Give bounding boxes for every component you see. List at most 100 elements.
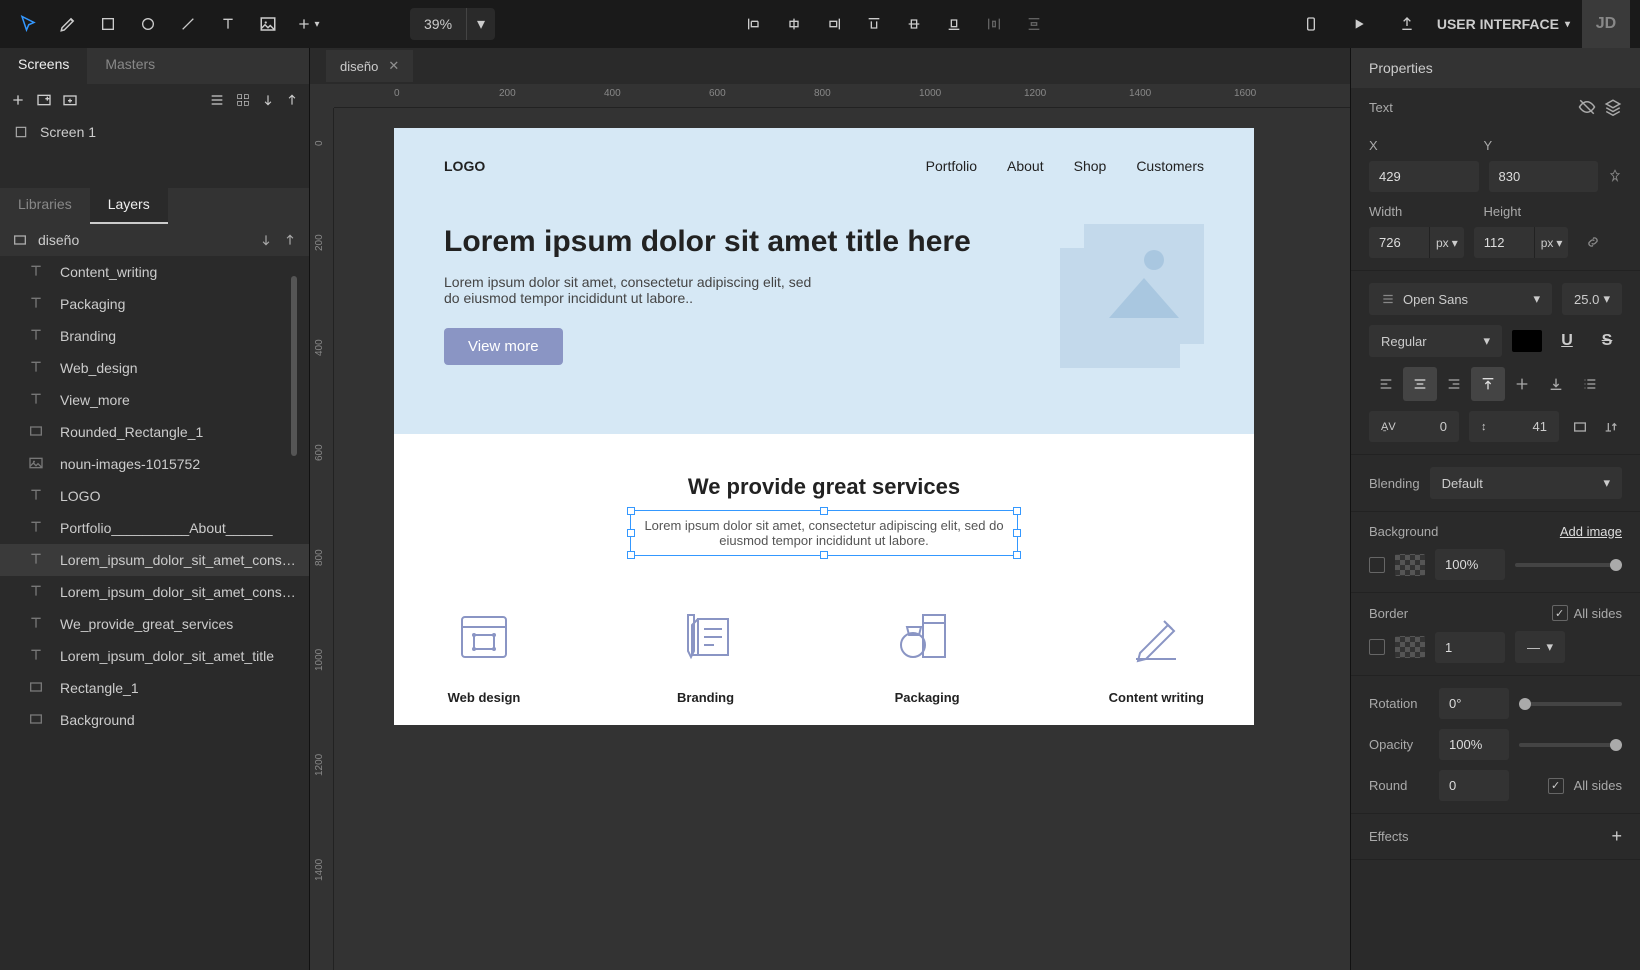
add-screen-icon[interactable] [10, 92, 26, 108]
height-unit[interactable]: px ▾ [1534, 227, 1569, 258]
close-tab-icon[interactable]: ✕ [388, 58, 399, 74]
mode-dropdown[interactable]: USER INTERFACE ▾ [1437, 16, 1570, 32]
rectangle-tool[interactable] [90, 6, 126, 42]
tab-screens[interactable]: Screens [0, 48, 87, 84]
blending-select[interactable]: Default▾ [1430, 467, 1622, 499]
layers-scrollbar[interactable] [291, 276, 297, 456]
tab-layers[interactable]: Layers [90, 188, 168, 224]
screen-item[interactable]: Screen 1 [0, 116, 309, 148]
strikethrough-icon[interactable]: S [1592, 326, 1622, 356]
layer-item[interactable]: Lorem_ipsum_dolor_sit_amet_consectetur [0, 576, 309, 608]
layer-item[interactable]: Content_writing [0, 256, 309, 288]
visibility-icon[interactable] [1578, 98, 1596, 116]
line-tool[interactable] [170, 6, 206, 42]
border-width-input[interactable] [1435, 632, 1505, 663]
zoom-control[interactable]: 39% ▾ [410, 8, 495, 40]
height-input[interactable] [1474, 227, 1534, 258]
valign-top-icon[interactable] [1471, 367, 1505, 401]
pin-icon[interactable] [1608, 161, 1622, 191]
font-weight[interactable]: Regular▾ [1369, 325, 1502, 357]
text-transform-icon[interactable] [1601, 412, 1623, 442]
list-icon[interactable] [1573, 367, 1607, 401]
collapse-down-icon[interactable] [259, 233, 273, 247]
valign-middle-icon[interactable] [1505, 367, 1539, 401]
add-image-icon[interactable] [36, 92, 52, 108]
align-left-text-icon[interactable] [1369, 367, 1403, 401]
device-preview-icon[interactable] [1293, 6, 1329, 42]
add-tool[interactable]: ▾ [290, 6, 326, 42]
rotation-slider[interactable] [1519, 702, 1622, 706]
canvas-tab[interactable]: diseño ✕ [326, 50, 413, 82]
text-tool[interactable] [210, 6, 246, 42]
layer-item[interactable]: Packaging [0, 288, 309, 320]
width-unit[interactable]: px ▾ [1429, 227, 1464, 258]
layer-item[interactable]: View_more [0, 384, 309, 416]
x-input[interactable] [1369, 161, 1479, 192]
border-enable-check[interactable] [1369, 639, 1385, 655]
ellipse-tool[interactable] [130, 6, 166, 42]
layer-item[interactable]: Lorem_ipsum_dolor_sit_amet_consectetur [0, 544, 309, 576]
align-center-text-icon[interactable] [1403, 367, 1437, 401]
layer-item[interactable]: noun-images-1015752 [0, 448, 309, 480]
border-color-swatch[interactable] [1395, 636, 1425, 658]
align-top-icon[interactable] [856, 6, 892, 42]
round-input[interactable] [1439, 770, 1509, 801]
grid-view-icon[interactable] [235, 92, 251, 108]
font-size[interactable]: 25.0▾ [1562, 283, 1622, 315]
bg-color-swatch[interactable] [1395, 554, 1425, 576]
underline-icon[interactable]: U [1552, 326, 1582, 356]
width-input[interactable] [1369, 227, 1429, 258]
services-description[interactable]: Lorem ipsum dolor sit amet, consectetur … [634, 514, 1014, 552]
zoom-dropdown[interactable]: ▾ [466, 8, 495, 40]
layer-item[interactable]: Background [0, 704, 309, 736]
layer-item[interactable]: Lorem_ipsum_dolor_sit_amet_title [0, 640, 309, 672]
image-tool[interactable] [250, 6, 286, 42]
distribute-h-icon[interactable] [976, 6, 1012, 42]
upload-icon[interactable] [1389, 6, 1425, 42]
layer-item[interactable]: Portfolio__________About______ [0, 512, 309, 544]
align-bottom-icon[interactable] [936, 6, 972, 42]
align-center-h-icon[interactable] [776, 6, 812, 42]
bg-opacity-input[interactable] [1435, 549, 1505, 580]
letter-spacing[interactable]: A̱V0 [1369, 411, 1459, 442]
layer-item[interactable]: Web_design [0, 352, 309, 384]
layer-item[interactable]: We_provide_great_services [0, 608, 309, 640]
layer-item[interactable]: Branding [0, 320, 309, 352]
align-right-icon[interactable] [816, 6, 852, 42]
valign-bottom-icon[interactable] [1539, 367, 1573, 401]
add-image-link[interactable]: Add image [1560, 524, 1622, 539]
layer-item[interactable]: Rounded_Rectangle_1 [0, 416, 309, 448]
layer-item[interactable]: Rectangle_1 [0, 672, 309, 704]
font-select[interactable]: Open Sans▾ [1369, 283, 1552, 315]
text-box-icon[interactable] [1569, 412, 1591, 442]
bg-opacity-slider[interactable] [1515, 563, 1622, 567]
opacity-slider[interactable] [1519, 743, 1622, 747]
opacity-input[interactable] [1439, 729, 1509, 760]
canvas-viewport[interactable]: ◂ LOGO PortfolioAboutShopCustomers Lorem… [334, 108, 1350, 970]
line-height[interactable]: ↕41 [1469, 411, 1559, 442]
sort-down-icon[interactable] [261, 93, 275, 107]
user-avatar[interactable]: JD [1582, 0, 1630, 48]
round-allsides-check[interactable] [1548, 778, 1564, 794]
link-dimensions-icon[interactable] [1578, 227, 1608, 257]
align-right-text-icon[interactable] [1437, 367, 1471, 401]
add-folder-icon[interactable] [62, 92, 78, 108]
artboard[interactable]: LOGO PortfolioAboutShopCustomers Lorem i… [394, 128, 1254, 725]
align-left-icon[interactable] [736, 6, 772, 42]
zoom-value[interactable]: 39% [410, 10, 466, 38]
select-tool[interactable] [10, 6, 46, 42]
align-middle-icon[interactable] [896, 6, 932, 42]
rotation-input[interactable] [1439, 688, 1509, 719]
bg-enable-check[interactable] [1369, 557, 1385, 573]
distribute-v-icon[interactable] [1016, 6, 1052, 42]
add-effect-icon[interactable]: + [1611, 826, 1622, 847]
text-color[interactable] [1512, 330, 1542, 352]
border-style[interactable]: —▾ [1515, 631, 1565, 663]
tab-masters[interactable]: Masters [87, 48, 173, 84]
collapse-up-icon[interactable] [283, 233, 297, 247]
play-icon[interactable] [1341, 6, 1377, 42]
y-input[interactable] [1489, 161, 1599, 192]
tab-libraries[interactable]: Libraries [0, 188, 90, 224]
layers-root[interactable]: diseño [0, 224, 309, 256]
layer-item[interactable]: LOGO [0, 480, 309, 512]
